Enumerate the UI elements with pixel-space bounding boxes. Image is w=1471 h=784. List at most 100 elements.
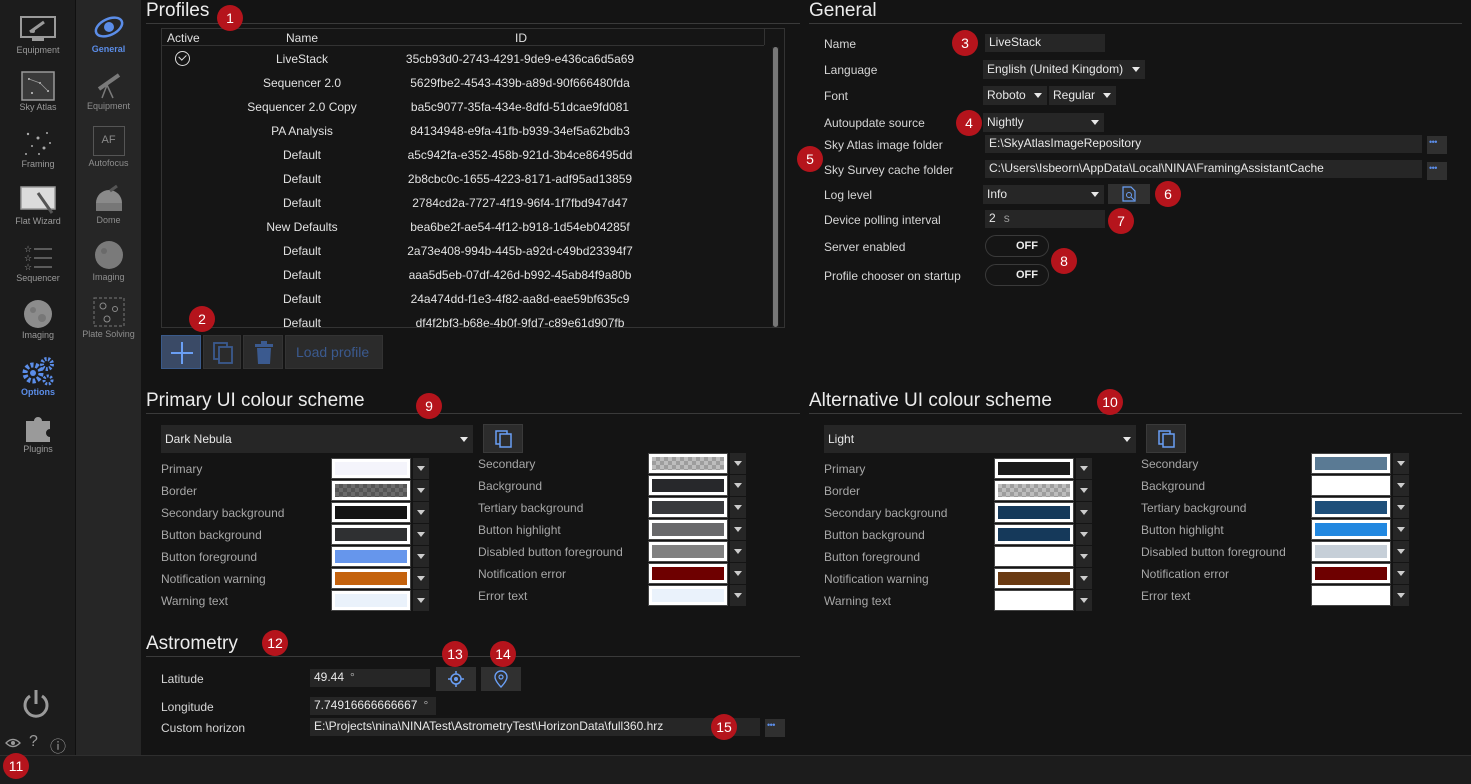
color-swatch[interactable] [331, 546, 411, 567]
font-style-select[interactable]: Regular [1049, 86, 1116, 105]
horizon-browse-button[interactable] [765, 719, 785, 737]
chevron-down-icon[interactable] [413, 546, 429, 567]
chevron-down-icon[interactable] [413, 480, 429, 501]
profile-row[interactable]: LiveStack 35cb93d0-2743-4291-9de9-e436ca6… [162, 47, 772, 71]
profile-row[interactable]: PA Analysis 84134948-e9fa-41fb-b939-34ef5… [162, 119, 772, 143]
color-swatch[interactable] [994, 458, 1074, 479]
nav-framing[interactable]: Framing [0, 114, 76, 169]
copy-alt-scheme-button[interactable] [1146, 424, 1186, 453]
color-swatch[interactable] [331, 568, 411, 589]
help-icon[interactable]: ? [29, 733, 38, 751]
subnav-autofocus[interactable]: AF Autofocus [76, 114, 141, 169]
profile-row[interactable]: Default a5c942fa-e352-458b-921d-3b4ce8649… [162, 143, 772, 167]
subnav-general[interactable]: General [76, 0, 141, 55]
chevron-down-icon[interactable] [413, 458, 429, 479]
language-select[interactable]: English (United Kingdom) [983, 60, 1145, 79]
font-select[interactable]: Roboto [983, 86, 1047, 105]
chevron-down-icon[interactable] [1076, 458, 1092, 479]
profile-row[interactable]: Default df4f2bf3-b68e-4b0f-9fd7-c89e61d90… [162, 311, 772, 327]
chevron-down-icon[interactable] [413, 568, 429, 589]
server-enabled-toggle[interactable]: OFF [985, 235, 1049, 257]
chevron-down-icon[interactable] [1393, 541, 1409, 562]
skysurvey-folder-input[interactable]: C:\Users\Isbeorn\AppData\Local\NINA\Fram… [985, 160, 1422, 178]
color-swatch[interactable] [331, 590, 411, 611]
chevron-down-icon[interactable] [1393, 519, 1409, 540]
skysurvey-browse-button[interactable] [1427, 162, 1447, 180]
color-swatch[interactable] [648, 563, 728, 584]
location-map-button[interactable] [481, 667, 521, 691]
color-swatch[interactable] [648, 519, 728, 540]
chevron-down-icon[interactable] [1393, 585, 1409, 606]
color-swatch[interactable] [331, 480, 411, 501]
subnav-plate-solving[interactable]: Plate Solving [76, 285, 141, 340]
nav-plugins[interactable]: Plugins [0, 399, 76, 454]
chevron-down-icon[interactable] [730, 563, 746, 584]
color-swatch[interactable] [1311, 519, 1391, 540]
color-swatch[interactable] [994, 590, 1074, 611]
profile-row[interactable]: Default 2784cd2a-7727-4f19-96f4-1f7fbd947… [162, 191, 772, 215]
color-swatch[interactable] [331, 458, 411, 479]
alt-scheme-select[interactable]: Light [824, 425, 1136, 453]
chevron-down-icon[interactable] [730, 453, 746, 474]
profile-chooser-toggle[interactable]: OFF [985, 264, 1049, 286]
info-icon[interactable]: ⓘ [50, 733, 66, 757]
color-swatch[interactable] [994, 524, 1074, 545]
longitude-input[interactable]: 7.74916666666667 ° [310, 697, 436, 715]
profile-row[interactable]: Default 2b8cbc0c-1655-4223-8171-adf95ad13… [162, 167, 772, 191]
color-swatch[interactable] [648, 453, 728, 474]
scrollbar-thumb[interactable] [773, 47, 778, 327]
chevron-down-icon[interactable] [1076, 568, 1092, 589]
chevron-down-icon[interactable] [1076, 546, 1092, 567]
autoupdate-select[interactable]: Nightly [983, 113, 1104, 132]
nav-imaging[interactable]: Imaging [0, 285, 76, 340]
color-swatch[interactable] [1311, 563, 1391, 584]
chevron-down-icon[interactable] [1393, 563, 1409, 584]
chevron-down-icon[interactable] [1393, 453, 1409, 474]
color-swatch[interactable] [1311, 585, 1391, 606]
color-swatch[interactable] [648, 497, 728, 518]
color-swatch[interactable] [648, 585, 728, 606]
chevron-down-icon[interactable] [1076, 502, 1092, 523]
chevron-down-icon[interactable] [1393, 497, 1409, 518]
chevron-down-icon[interactable] [730, 519, 746, 540]
color-swatch[interactable] [648, 541, 728, 562]
subnav-dome[interactable]: Dome [76, 171, 141, 226]
chevron-down-icon[interactable] [1076, 524, 1092, 545]
profile-row[interactable]: New Defaults bea6be2f-ae54-4f12-b918-1d54… [162, 215, 772, 239]
color-swatch[interactable] [1311, 475, 1391, 496]
open-log-button[interactable] [1108, 184, 1150, 204]
profile-name-input[interactable]: LiveStack [985, 34, 1105, 52]
subnav-equipment[interactable]: Equipment [76, 57, 141, 112]
nav-sky-atlas[interactable]: Sky Atlas [0, 57, 76, 112]
profile-row[interactable]: Default aaa5d5eb-07df-426d-b992-45ab84f9a… [162, 263, 772, 287]
profile-row[interactable]: Sequencer 2.0 Copy ba5c9077-35fa-434e-8df… [162, 95, 772, 119]
color-swatch[interactable] [1311, 497, 1391, 518]
locate-gps-button[interactable] [436, 667, 476, 691]
profiles-scrollbar[interactable] [772, 47, 779, 327]
primary-scheme-select[interactable]: Dark Nebula [161, 425, 473, 453]
delete-profile-button[interactable] [243, 335, 283, 369]
color-swatch[interactable] [994, 480, 1074, 501]
nav-sequencer[interactable]: ☆ ☆ ☆ Sequencer [0, 228, 76, 283]
nav-flat-wizard[interactable]: Flat Wizard [0, 171, 76, 226]
chevron-down-icon[interactable] [730, 475, 746, 496]
chevron-down-icon[interactable] [1393, 475, 1409, 496]
color-swatch[interactable] [1311, 453, 1391, 474]
polling-interval-input[interactable]: 2s [985, 210, 1105, 228]
color-swatch[interactable] [648, 475, 728, 496]
nav-options[interactable]: Options [0, 342, 76, 397]
copy-primary-scheme-button[interactable] [483, 424, 523, 453]
load-profile-button[interactable]: Load profile [285, 335, 383, 369]
color-swatch[interactable] [331, 502, 411, 523]
loglevel-select[interactable]: Info [983, 185, 1104, 204]
chevron-down-icon[interactable] [730, 541, 746, 562]
chevron-down-icon[interactable] [413, 502, 429, 523]
color-swatch[interactable] [1311, 541, 1391, 562]
chevron-down-icon[interactable] [730, 497, 746, 518]
chevron-down-icon[interactable] [730, 585, 746, 606]
chevron-down-icon[interactable] [1076, 480, 1092, 501]
eye-icon[interactable] [5, 737, 21, 749]
skyatlas-browse-button[interactable] [1427, 136, 1447, 154]
chevron-down-icon[interactable] [413, 590, 429, 611]
latitude-input[interactable]: 49.44 ° [310, 669, 430, 687]
